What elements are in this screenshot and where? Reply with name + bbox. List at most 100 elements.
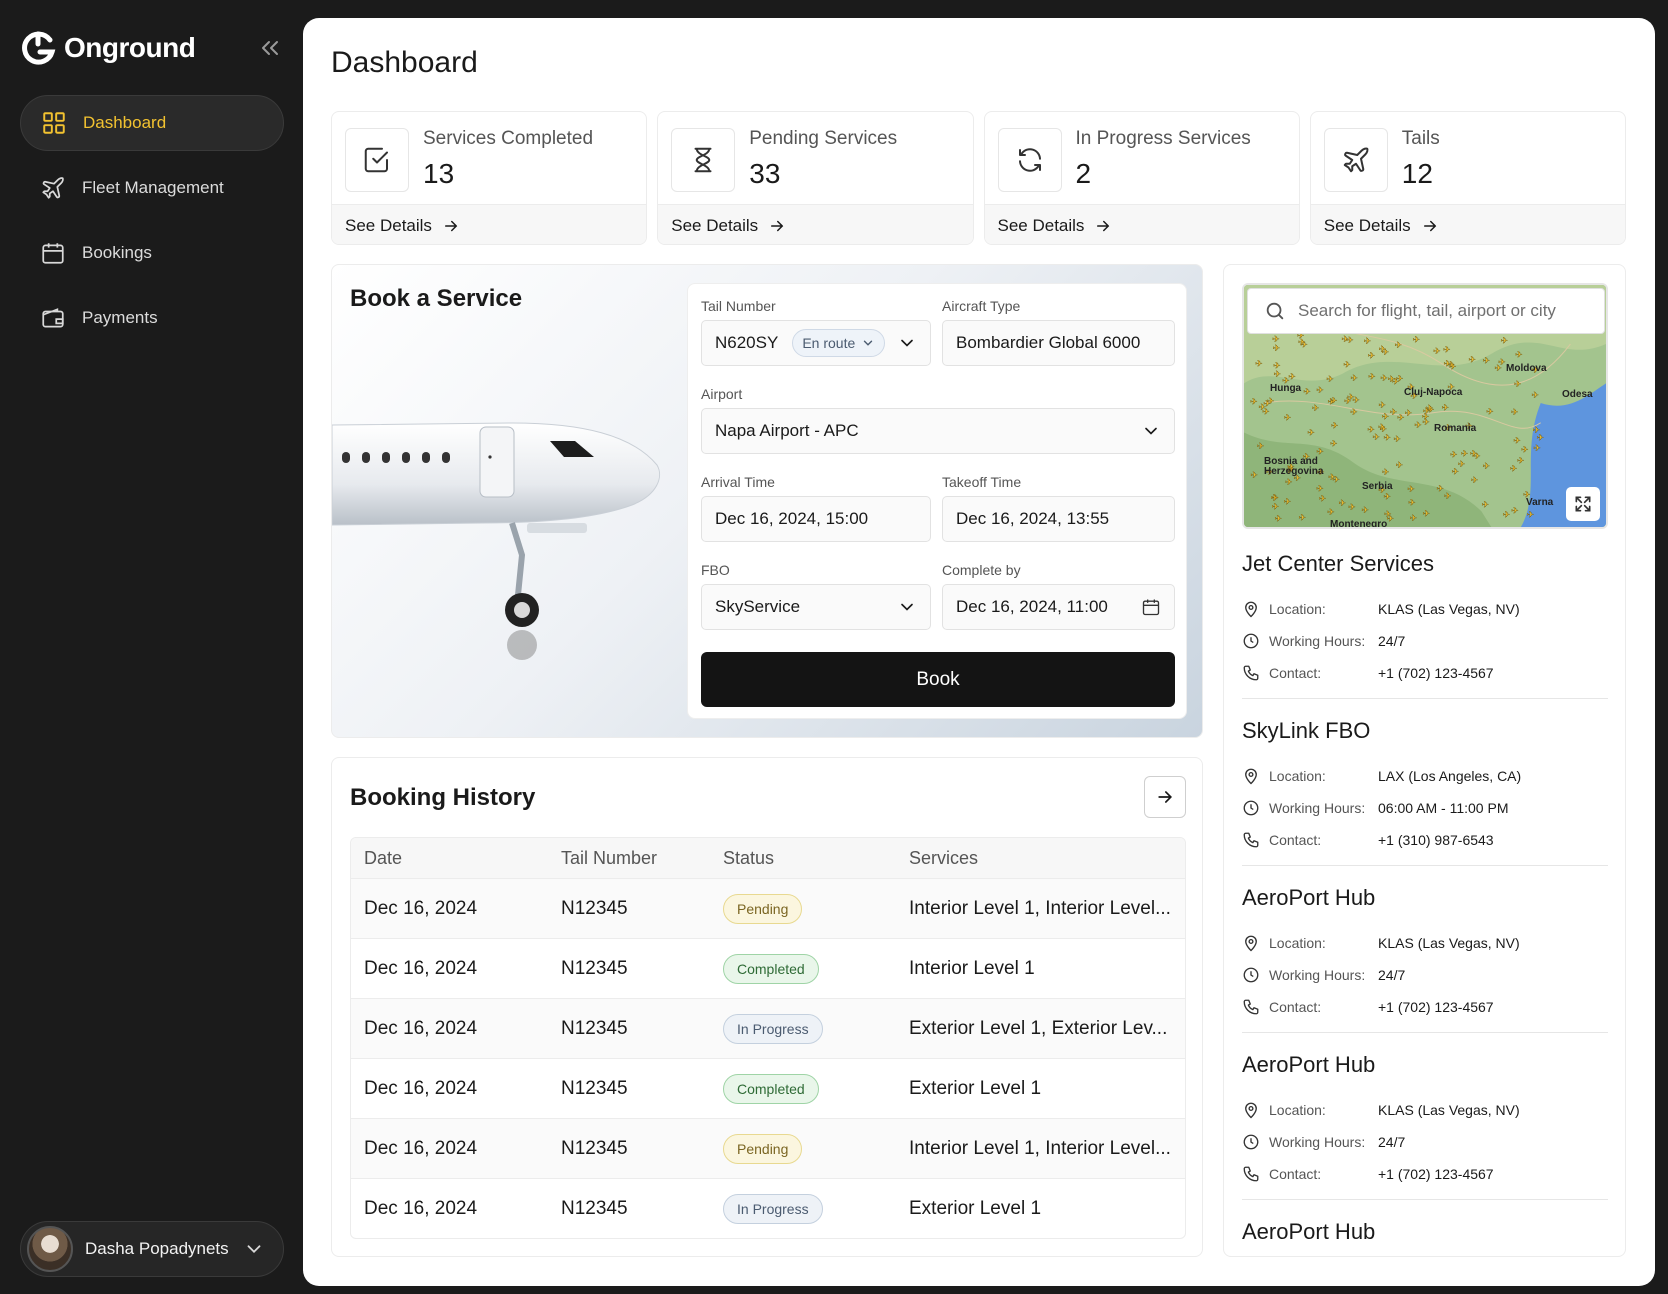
- aircraft-marker[interactable]: ✈: [1258, 402, 1266, 412]
- aircraft-marker[interactable]: ✈: [1327, 507, 1335, 517]
- aircraft-marker[interactable]: ✈: [1393, 434, 1401, 444]
- view-all-bookings-button[interactable]: [1144, 776, 1186, 818]
- aircraft-marker[interactable]: ✈: [1250, 396, 1258, 407]
- aircraft-marker[interactable]: ✈: [1422, 417, 1430, 427]
- aircraft-marker[interactable]: ✈: [1382, 411, 1390, 421]
- sidebar-item-dashboard[interactable]: Dashboard: [20, 95, 284, 151]
- aircraft-marker[interactable]: ✈: [1482, 355, 1490, 365]
- aircraft-marker[interactable]: ✈: [1486, 406, 1494, 416]
- aircraft-marker[interactable]: ✈: [1433, 346, 1441, 356]
- aircraft-marker[interactable]: ✈: [1331, 420, 1339, 430]
- arrival-time-input[interactable]: Dec 16, 2024, 15:00: [701, 496, 931, 542]
- aircraft-marker[interactable]: ✈: [1378, 400, 1386, 410]
- aircraft-marker[interactable]: ✈: [1316, 385, 1324, 395]
- see-details-link[interactable]: See Details: [332, 204, 647, 244]
- brand[interactable]: Onground: [20, 30, 196, 66]
- aircraft-marker[interactable]: ✈: [1383, 432, 1391, 442]
- aircraft-marker[interactable]: ✈: [1526, 509, 1534, 519]
- aircraft-marker[interactable]: ✈: [1273, 369, 1281, 379]
- aircraft-marker[interactable]: ✈: [1532, 425, 1540, 435]
- aircraft-marker[interactable]: ✈: [1426, 403, 1434, 413]
- aircraft-marker[interactable]: ✈: [1392, 376, 1400, 386]
- aircraft-marker[interactable]: ✈: [1443, 344, 1451, 354]
- aircraft-marker[interactable]: ✈: [1458, 459, 1466, 469]
- aircraft-marker[interactable]: ✈: [1470, 448, 1478, 459]
- aircraft-marker[interactable]: ✈: [1410, 513, 1418, 523]
- aircraft-marker[interactable]: ✈: [1330, 395, 1338, 405]
- aircraft-marker[interactable]: ✈: [1361, 505, 1369, 515]
- fbo-select[interactable]: SkyService: [701, 584, 931, 630]
- user-menu[interactable]: Dasha Popadynets: [20, 1221, 284, 1277]
- aircraft-marker[interactable]: ✈: [1343, 359, 1351, 370]
- aircraft-marker[interactable]: ✈: [1319, 493, 1327, 504]
- airport-select[interactable]: Napa Airport - APC: [701, 408, 1175, 454]
- aircraft-marker[interactable]: ✈: [1502, 509, 1510, 519]
- table-row[interactable]: Dec 16, 2024 N12345 Completed Interior L…: [351, 938, 1185, 998]
- aircraft-marker[interactable]: ✈: [1312, 403, 1320, 413]
- aircraft-marker[interactable]: ✈: [1511, 505, 1519, 515]
- aircraft-marker[interactable]: ✈: [1514, 379, 1522, 389]
- aircraft-marker[interactable]: ✈: [1494, 363, 1502, 373]
- complete-by-input[interactable]: Dec 16, 2024, 11:00: [942, 584, 1175, 630]
- aircraft-marker[interactable]: ✈: [1449, 361, 1457, 371]
- aircraft-marker[interactable]: ✈: [1284, 412, 1292, 422]
- table-row[interactable]: Dec 16, 2024 N12345 In Progress Exterior…: [351, 1178, 1185, 1238]
- aircraft-marker[interactable]: ✈: [1378, 344, 1386, 354]
- aircraft-marker[interactable]: ✈: [1257, 441, 1265, 451]
- aircraft-marker[interactable]: ✈: [1272, 343, 1280, 353]
- aircraft-marker[interactable]: ✈: [1303, 386, 1311, 396]
- fbo-item[interactable]: Jet Center Services Location: KLAS (Las V…: [1242, 551, 1608, 689]
- aircraft-marker[interactable]: ✈: [1338, 498, 1346, 508]
- sidebar-item-bookings[interactable]: Bookings: [20, 225, 284, 281]
- aircraft-marker[interactable]: ✈: [1378, 422, 1386, 432]
- aircraft-marker[interactable]: ✈: [1412, 334, 1420, 345]
- aircraft-marker[interactable]: ✈: [1441, 402, 1449, 413]
- aircraft-marker[interactable]: ✈: [1515, 349, 1523, 360]
- table-row[interactable]: Dec 16, 2024 N12345 Pending Interior Lev…: [351, 1118, 1185, 1178]
- aircraft-marker[interactable]: ✈: [1350, 373, 1358, 383]
- aircraft-marker[interactable]: ✈: [1422, 508, 1430, 519]
- aircraft-marker[interactable]: ✈: [1367, 350, 1375, 360]
- aircraft-marker[interactable]: ✈: [1382, 467, 1390, 477]
- sidebar-item-payments[interactable]: Payments: [20, 290, 284, 346]
- aircraft-marker[interactable]: ✈: [1383, 491, 1391, 501]
- aircraft-marker[interactable]: ✈: [1328, 472, 1336, 482]
- aircraft-marker[interactable]: ✈: [1513, 435, 1521, 445]
- fbo-item[interactable]: AeroPort Hub Location: KLAS (Las Vegas, N…: [1242, 885, 1608, 1023]
- aircraft-marker[interactable]: ✈: [1255, 359, 1263, 369]
- aircraft-marker[interactable]: ✈: [1380, 373, 1388, 383]
- aircraft-marker[interactable]: ✈: [1271, 493, 1279, 503]
- calendar-icon[interactable]: [1141, 597, 1161, 617]
- aircraft-marker[interactable]: ✈: [1408, 498, 1416, 508]
- aircraft-marker[interactable]: ✈: [1288, 371, 1296, 382]
- tail-number-select[interactable]: N620SY En route: [701, 320, 931, 366]
- aircraft-marker[interactable]: ✈: [1284, 496, 1292, 506]
- aircraft-marker[interactable]: ✈: [1274, 513, 1282, 523]
- aircraft-marker[interactable]: ✈: [1404, 408, 1412, 418]
- aircraft-marker[interactable]: ✈: [1326, 374, 1334, 384]
- aircraft-marker[interactable]: ✈: [1298, 512, 1306, 522]
- tail-status-chip[interactable]: En route: [792, 329, 886, 357]
- aircraft-marker[interactable]: ✈: [1521, 445, 1529, 455]
- aircraft-marker[interactable]: ✈: [1511, 407, 1519, 417]
- aircraft-marker[interactable]: ✈: [1500, 335, 1508, 345]
- aircraft-type-input[interactable]: Bombardier Global 6000: [942, 320, 1175, 366]
- aircraft-marker[interactable]: ✈: [1397, 412, 1405, 422]
- sidebar-item-fleet-management[interactable]: Fleet Management: [20, 160, 284, 216]
- aircraft-marker[interactable]: ✈: [1316, 484, 1324, 494]
- fbo-item[interactable]: AeroPort Hub Location: KLAS (Las Vegas, N…: [1242, 1052, 1608, 1190]
- aircraft-marker[interactable]: ✈: [1350, 407, 1358, 417]
- aircraft-marker[interactable]: ✈: [1407, 484, 1415, 494]
- aircraft-marker[interactable]: ✈: [1510, 463, 1518, 474]
- map-expand-button[interactable]: [1566, 487, 1600, 521]
- aircraft-marker[interactable]: ✈: [1436, 483, 1444, 494]
- see-details-link[interactable]: See Details: [984, 204, 1299, 244]
- table-row[interactable]: Dec 16, 2024 N12345 Pending Interior Lev…: [351, 878, 1185, 938]
- see-details-link[interactable]: See Details: [1310, 204, 1625, 244]
- aircraft-marker[interactable]: ✈: [1471, 475, 1479, 485]
- aircraft-marker[interactable]: ✈: [1250, 470, 1258, 480]
- aircraft-marker[interactable]: ✈: [1481, 499, 1489, 509]
- aircraft-marker[interactable]: ✈: [1444, 491, 1452, 501]
- table-row[interactable]: Dec 16, 2024 N12345 Completed Exterior L…: [351, 1058, 1185, 1118]
- aircraft-marker[interactable]: ✈: [1414, 420, 1422, 430]
